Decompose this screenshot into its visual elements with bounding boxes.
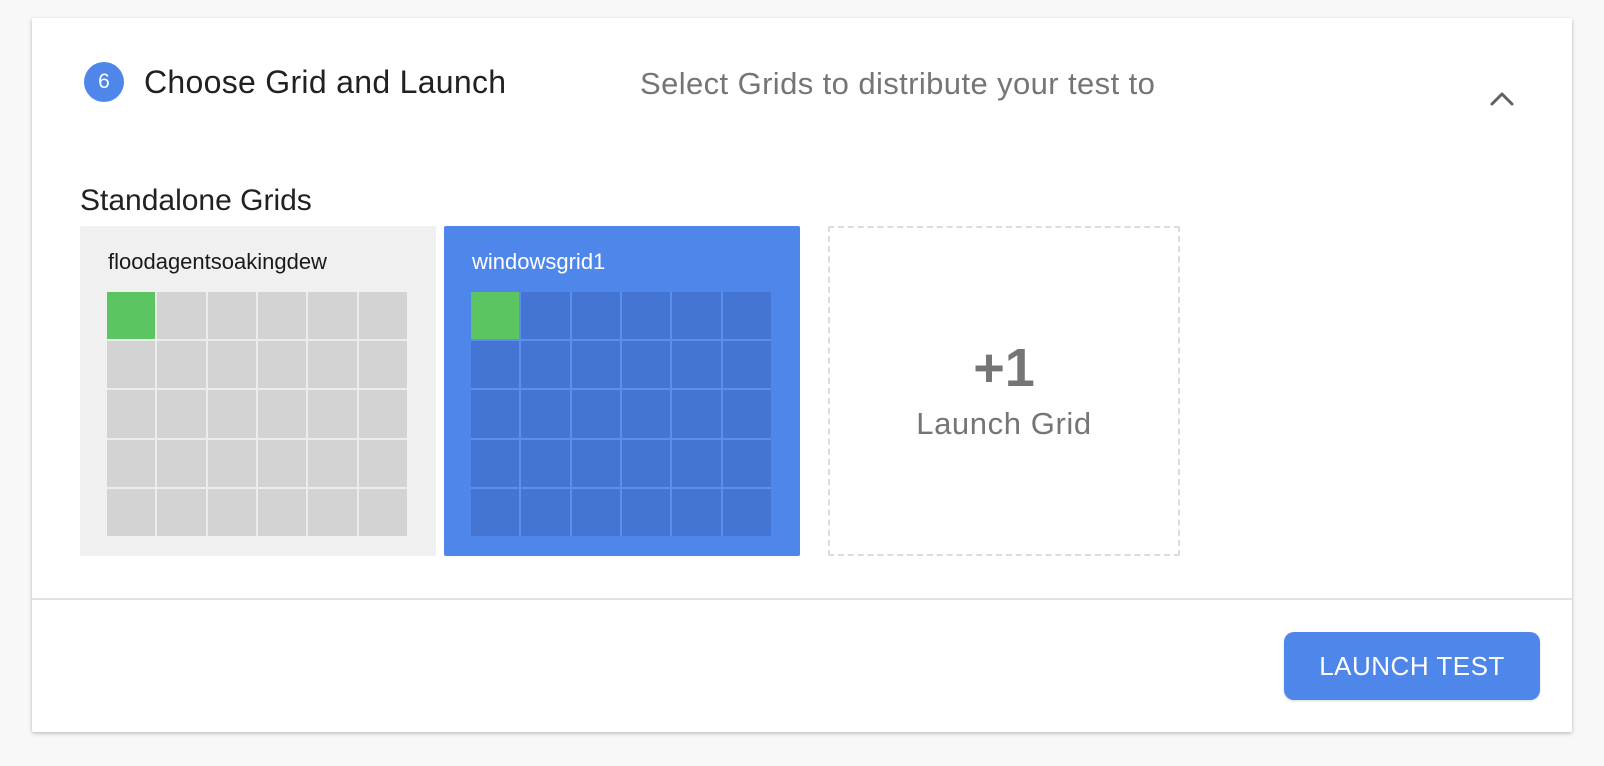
add-grid-count: +1	[973, 338, 1035, 398]
step-number-badge: 6	[84, 62, 124, 102]
grid-node-idle	[672, 488, 721, 536]
grid-node-idle	[308, 390, 357, 438]
grid-node-idle	[157, 292, 206, 340]
grid-node-idle	[672, 439, 721, 487]
launch-grid-label: Launch Grid	[916, 406, 1092, 441]
grid-node-idle	[571, 292, 620, 340]
grid-node-idle	[722, 390, 771, 438]
grid-node-idle	[471, 341, 520, 389]
launch-test-button[interactable]: LAUNCH TEST	[1284, 632, 1540, 700]
grid-node-idle	[358, 390, 407, 438]
grid-node-idle	[621, 341, 671, 389]
grid-node-idle	[521, 488, 570, 536]
grid-node-idle	[521, 390, 570, 438]
grid-node-idle	[521, 341, 570, 389]
step-subtitle: Select Grids to distribute your test to	[640, 66, 1156, 101]
grid-node-active	[107, 292, 156, 340]
grid-name: windowsgrid1	[472, 249, 606, 274]
grid-node-map	[471, 292, 771, 536]
step-title: Choose Grid and Launch	[144, 64, 507, 100]
grid-node-idle	[722, 341, 771, 389]
standalone-grids-heading: Standalone Grids	[80, 184, 312, 217]
grid-node-idle	[207, 488, 256, 536]
grid-node-idle	[157, 390, 206, 438]
grid-node-idle	[207, 341, 256, 389]
grid-node-idle	[257, 488, 307, 536]
grid-node-idle	[358, 341, 407, 389]
grid-node-idle	[157, 341, 206, 389]
launch-grid-button[interactable]: +1 Launch Grid	[828, 226, 1180, 556]
grid-node-idle	[722, 439, 771, 487]
grid-node-idle	[358, 439, 407, 487]
grid-node-idle	[207, 292, 256, 340]
grid-node-idle	[672, 292, 721, 340]
grid-node-idle	[621, 488, 671, 536]
grid-node-idle	[207, 439, 256, 487]
collapse-step-button[interactable]	[1484, 82, 1520, 118]
grid-node-idle	[571, 488, 620, 536]
grid-node-map	[107, 292, 407, 536]
chevron-up-icon	[1490, 92, 1514, 106]
grid-node-idle	[107, 488, 156, 536]
grid-node-idle	[358, 488, 407, 536]
grid-node-idle	[107, 341, 156, 389]
grid-node-idle	[257, 292, 307, 340]
grid-node-idle	[571, 341, 620, 389]
grid-node-idle	[107, 390, 156, 438]
grid-node-idle	[157, 488, 206, 536]
grid-node-idle	[308, 439, 357, 487]
grid-node-idle	[257, 390, 307, 438]
grid-name: floodagentsoakingdew	[108, 249, 327, 274]
grid-card-windowsgrid1[interactable]: windowsgrid1	[444, 226, 800, 556]
grid-node-idle	[521, 439, 570, 487]
grid-node-idle	[722, 292, 771, 340]
grid-node-idle	[157, 439, 206, 487]
grid-node-idle	[571, 390, 620, 438]
grid-node-idle	[471, 439, 520, 487]
grid-node-idle	[621, 390, 671, 438]
grid-node-idle	[257, 341, 307, 389]
grid-node-idle	[672, 341, 721, 389]
grid-node-idle	[358, 292, 407, 340]
grid-node-idle	[621, 439, 671, 487]
grid-node-idle	[308, 292, 357, 340]
choose-grid-step-card: 6 Choose Grid and Launch Select Grids to…	[32, 18, 1572, 732]
grid-node-idle	[308, 488, 357, 536]
grid-node-active	[471, 292, 520, 340]
grid-node-idle	[471, 390, 520, 438]
grid-node-idle	[571, 439, 620, 487]
grid-node-idle	[722, 488, 771, 536]
grid-node-idle	[471, 488, 520, 536]
grid-node-idle	[308, 341, 357, 389]
grid-node-idle	[621, 292, 671, 340]
grid-node-idle	[207, 390, 256, 438]
grid-node-idle	[521, 292, 570, 340]
grid-card-floodagentsoakingdew[interactable]: floodagentsoakingdew	[80, 226, 436, 556]
grid-node-idle	[257, 439, 307, 487]
grid-node-idle	[107, 439, 156, 487]
grid-node-idle	[672, 390, 721, 438]
footer-divider	[32, 598, 1572, 600]
